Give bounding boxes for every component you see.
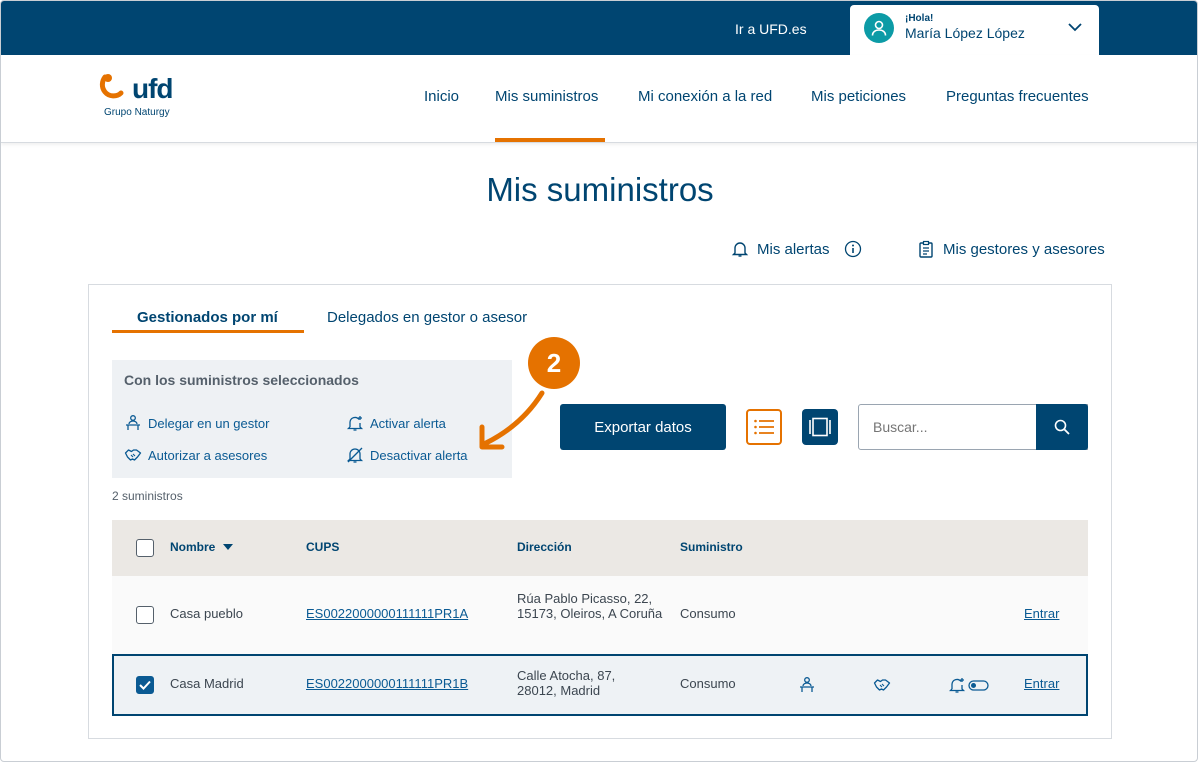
tab-gestionados[interactable]: Gestionados por mí	[137, 309, 278, 326]
autorizar-label: Autorizar a asesores	[148, 447, 268, 463]
page-title: Mis suministros	[486, 171, 714, 208]
row-cups-link[interactable]: ES0022000000111111PR1A	[306, 606, 468, 621]
row-entrar-link[interactable]: Entrar	[1024, 606, 1059, 621]
mis-gestores-link[interactable]: Mis gestores y asesores	[917, 240, 1105, 258]
bell-off-icon	[346, 447, 364, 463]
row-entrar-link[interactable]: Entrar	[1024, 676, 1059, 691]
nav-inicio[interactable]: Inicio	[424, 88, 459, 105]
ir-a-ufd-link[interactable]: Ir a UFD.es	[735, 21, 807, 37]
row-cups-link[interactable]: ES0022000000111111PR1B	[306, 676, 468, 691]
list-view-button[interactable]	[746, 409, 782, 445]
handshake-icon	[124, 449, 142, 461]
header-direccion: Dirección	[517, 540, 572, 554]
user-name: María López López	[905, 25, 1025, 41]
row-nombre: Casa Madrid	[170, 676, 244, 691]
desactivar-alerta-button[interactable]: Desactivar alerta	[346, 446, 468, 464]
chevron-down-icon[interactable]	[1067, 19, 1083, 40]
nav-active-indicator	[495, 138, 605, 142]
top-bar: Ir a UFD.es ¡Hola! María López López	[1, 1, 1197, 55]
mis-alertas-link[interactable]: Mis alertas	[731, 240, 862, 258]
main-nav: ufd Grupo Naturgy Inicio Mis suministros…	[1, 55, 1197, 143]
app-frame: Ir a UFD.es ¡Hola! María López López ufd…	[0, 0, 1198, 762]
nav-mis-peticiones[interactable]: Mis peticiones	[811, 88, 906, 105]
header-nombre[interactable]: Nombre	[170, 540, 233, 554]
mis-gestores-label: Mis gestores y asesores	[943, 240, 1105, 258]
select-all-checkbox[interactable]	[136, 539, 154, 557]
logo-subtitle: Grupo Naturgy	[104, 107, 170, 118]
desactivar-label: Desactivar alerta	[370, 447, 468, 463]
delegar-gestor-button[interactable]: Delegar en un gestor	[124, 414, 269, 432]
person-desk-icon[interactable]	[798, 676, 816, 694]
row-suministro: Consumo	[680, 606, 736, 621]
autorizar-asesores-button[interactable]: Autorizar a asesores	[124, 446, 267, 464]
bulk-actions-box: Con los suministros seleccionados Delega…	[112, 360, 512, 478]
row-nombre: Casa pueblo	[170, 606, 243, 621]
mis-alertas-label: Mis alertas	[757, 240, 830, 258]
table-row-selected: Casa Madrid ES0022000000111111PR1B Calle…	[112, 654, 1088, 716]
nav-mis-suministros[interactable]: Mis suministros	[495, 88, 598, 105]
exportar-datos-button[interactable]: Exportar datos	[560, 404, 726, 450]
logo-mark-icon	[99, 74, 124, 99]
arrow-annotation-icon	[479, 390, 545, 450]
row-suministro: Consumo	[680, 676, 736, 691]
bell-toggle-icon[interactable]	[949, 676, 993, 694]
check-icon	[139, 680, 151, 690]
list-icon	[754, 419, 774, 435]
results-count: 2 suministros	[112, 489, 183, 503]
person-desk-icon	[126, 415, 140, 430]
sort-down-icon	[222, 544, 233, 550]
tab-active-indicator	[112, 330, 304, 333]
bulk-actions-title: Con los suministros seleccionados	[124, 372, 359, 388]
card-view-button[interactable]	[802, 409, 838, 445]
tab-delegados[interactable]: Delegados en gestor o asesor	[327, 309, 527, 326]
row-direccion: Calle Atocha, 87, 28012, Madrid	[517, 668, 616, 698]
header-nombre-label: Nombre	[170, 540, 216, 554]
activar-label: Activar alerta	[370, 415, 446, 431]
bell-icon	[731, 242, 749, 257]
user-menu[interactable]: ¡Hola! María López López	[850, 5, 1099, 55]
user-icon	[864, 13, 894, 43]
nav-preguntas-frecuentes[interactable]: Preguntas frecuentes	[946, 88, 1089, 105]
step-badge: 2	[528, 337, 580, 389]
header-cups: CUPS	[306, 540, 340, 554]
logo-text: ufd	[132, 73, 174, 104]
suministros-panel: Gestionados por mí Delegados en gestor o…	[88, 284, 1112, 739]
nav-mi-conexion[interactable]: Mi conexión a la red	[638, 88, 772, 105]
row-checkbox-checked[interactable]	[136, 676, 154, 694]
handshake-icon[interactable]	[873, 676, 891, 694]
row-checkbox[interactable]	[136, 606, 154, 624]
activar-alerta-button[interactable]: Activar alerta	[346, 414, 446, 432]
user-greeting: ¡Hola!	[905, 13, 934, 24]
card-view-icon	[809, 417, 831, 437]
info-icon[interactable]	[844, 240, 862, 258]
table-row: Casa pueblo ES0022000000111111PR1A Rúa P…	[112, 576, 1088, 654]
header-suministro: Suministro	[680, 540, 743, 554]
row-direccion: Rúa Pablo Picasso, 22, 15173, Oleiros, A…	[517, 591, 663, 621]
delegar-label: Delegar en un gestor	[148, 415, 270, 431]
clipboard-icon	[919, 240, 933, 258]
search-icon	[1054, 419, 1070, 435]
table-header: Nombre CUPS Dirección Suministro	[112, 520, 1088, 576]
bell-plus-icon	[346, 416, 364, 431]
search-button[interactable]	[1036, 404, 1088, 450]
ufd-logo[interactable]: ufd Grupo Naturgy	[99, 73, 189, 123]
